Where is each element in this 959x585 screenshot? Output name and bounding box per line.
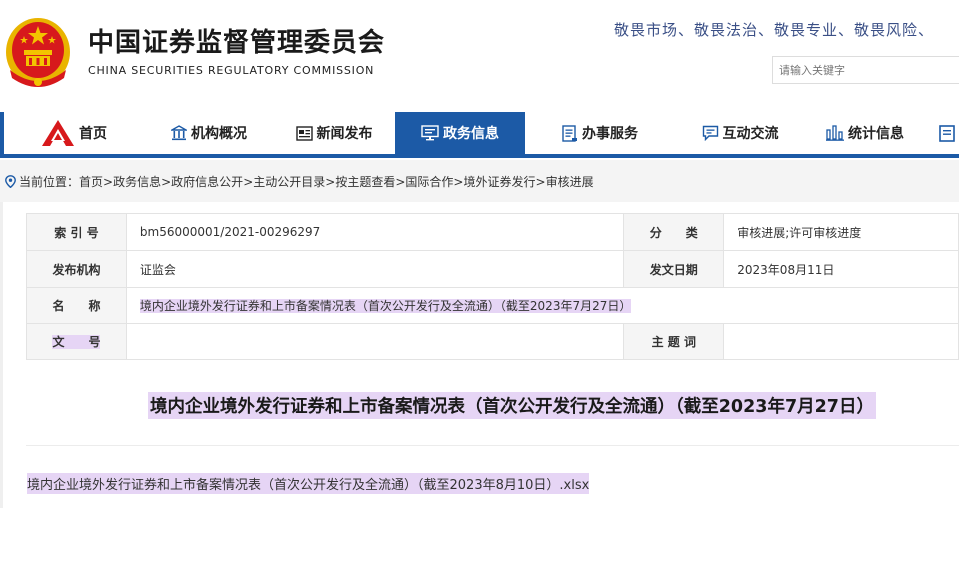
publisher-label: 发布机构 (26, 250, 127, 288)
table-row: 发布机构 证监会 发文日期 2023年08月11日 (26, 250, 959, 288)
breadcrumb: 当前位置： 首页 > 政务信息 > 政府信息公开 > 主动公开目录 > 按主题查… (5, 173, 594, 190)
document-icon (562, 124, 577, 142)
breadcrumb-item-government-info[interactable]: 政务信息 (113, 173, 161, 190)
name-value-cell: 境内企业境外发行证券和上市备案情况表（首次公开发行及全流通）（截至2023年7月… (125, 287, 959, 324)
table-row: 索 引 号 bm56000001/2021-00296297 分 类 审核进展;… (26, 213, 959, 251)
breadcrumb-separator: > (453, 174, 464, 189)
breadcrumb-separator: > (161, 174, 172, 189)
name-value: 境内企业境外发行证券和上市备案情况表（首次公开发行及全流通）（截至2023年7月… (139, 299, 632, 313)
side-gutter (0, 202, 3, 508)
chat-icon (702, 125, 718, 141)
home-logo-icon (42, 120, 74, 146)
name-label: 名 称 (26, 287, 127, 324)
monitor-icon (421, 125, 439, 141)
nav-label-services: 办事服务 (582, 126, 638, 142)
index-label: 索 引 号 (26, 213, 127, 251)
nav-label-home: 首页 (79, 126, 107, 142)
nav-item-news[interactable]: 新闻发布 (274, 112, 394, 154)
date-value: 2023年08月11日 (723, 250, 959, 288)
category-value: 审核进展;许可审核进度 (723, 213, 959, 251)
nav-label-government-info: 政务信息 (443, 126, 499, 142)
nav-item-home[interactable]: 首页 (4, 112, 144, 154)
docno-label: 文 号 (52, 335, 101, 349)
document-title: 境内企业境外发行证券和上市备案情况表（首次公开发行及全流通）（截至2023年7月… (148, 392, 876, 419)
breadcrumb-item-by-topic[interactable]: 按主题查看 (335, 173, 395, 190)
document-list-icon (939, 124, 955, 142)
building-icon (171, 125, 187, 141)
table-row: 名 称 境内企业境外发行证券和上市备案情况表（首次公开发行及全流通）（截至202… (26, 287, 959, 324)
breadcrumb-item-catalog[interactable]: 主动公开目录 (253, 173, 325, 190)
keyword-value (723, 323, 959, 360)
nav-item-services[interactable]: 办事服务 (525, 112, 675, 154)
newspaper-icon (295, 125, 313, 141)
breadcrumb-separator: > (395, 174, 406, 189)
nav-item-more[interactable] (939, 112, 959, 154)
date-label: 发文日期 (623, 250, 725, 288)
breadcrumb-prefix: 当前位置： (19, 175, 80, 189)
nav-label-news: 新闻发布 (316, 126, 373, 142)
index-value: bm56000001/2021-00296297 (125, 213, 625, 251)
nav-item-about[interactable]: 机构概况 (144, 112, 274, 154)
breadcrumb-item-disclosure[interactable]: 政府信息公开 (171, 173, 243, 190)
main-nav: 首页 机构概况 新闻发布 政务信息 办事服务 互动交流 统计信息 (4, 112, 959, 158)
breadcrumb-separator: > (325, 174, 336, 189)
bar-chart-icon (826, 125, 844, 141)
org-name-cn[interactable]: 中国证券监督管理委员会 (88, 22, 385, 59)
nav-label-statistics: 统计信息 (848, 126, 904, 142)
nav-item-interaction[interactable]: 互动交流 (675, 112, 805, 154)
slogan-text: 敬畏市场、敬畏法治、敬畏专业、敬畏风险、 (614, 21, 935, 39)
breadcrumb-separator: > (243, 174, 254, 189)
keyword-label: 主 题 词 (623, 323, 725, 360)
national-emblem-icon[interactable] (4, 12, 72, 88)
category-label: 分 类 (623, 213, 725, 251)
nav-label-interaction: 互动交流 (722, 126, 779, 142)
docno-value (125, 323, 625, 360)
search-input[interactable] (772, 56, 959, 84)
document-meta-table: 索 引 号 bm56000001/2021-00296297 分 类 审核进展;… (26, 213, 959, 360)
breadcrumb-item-overseas[interactable]: 境外证券发行 (463, 173, 535, 190)
breadcrumb-separator: > (103, 174, 114, 189)
org-name-en: CHINA SECURITIES REGULATORY COMMISSION (88, 64, 375, 77)
attachment-link[interactable]: 境内企业境外发行证券和上市备案情况表（首次公开发行及全流通）（截至2023年8月… (27, 473, 590, 494)
breadcrumb-item-home[interactable]: 首页 (79, 173, 103, 190)
docno-label-cell: 文 号 (26, 323, 127, 360)
table-row: 文 号 主 题 词 (26, 323, 959, 360)
location-pin-icon (5, 175, 16, 188)
nav-label-about: 机构概况 (191, 126, 247, 142)
content-divider (26, 445, 959, 446)
nav-item-statistics[interactable]: 统计信息 (805, 112, 925, 154)
breadcrumb-separator: > (535, 174, 546, 189)
breadcrumb-item-international[interactable]: 国际合作 (405, 173, 453, 190)
nav-item-government-info[interactable]: 政务信息 (395, 112, 525, 154)
breadcrumb-item-review[interactable]: 审核进展 (546, 173, 594, 190)
publisher-value: 证监会 (125, 250, 625, 288)
site-header: 中国证券监督管理委员会 CHINA SECURITIES REGULATORY … (0, 0, 959, 112)
